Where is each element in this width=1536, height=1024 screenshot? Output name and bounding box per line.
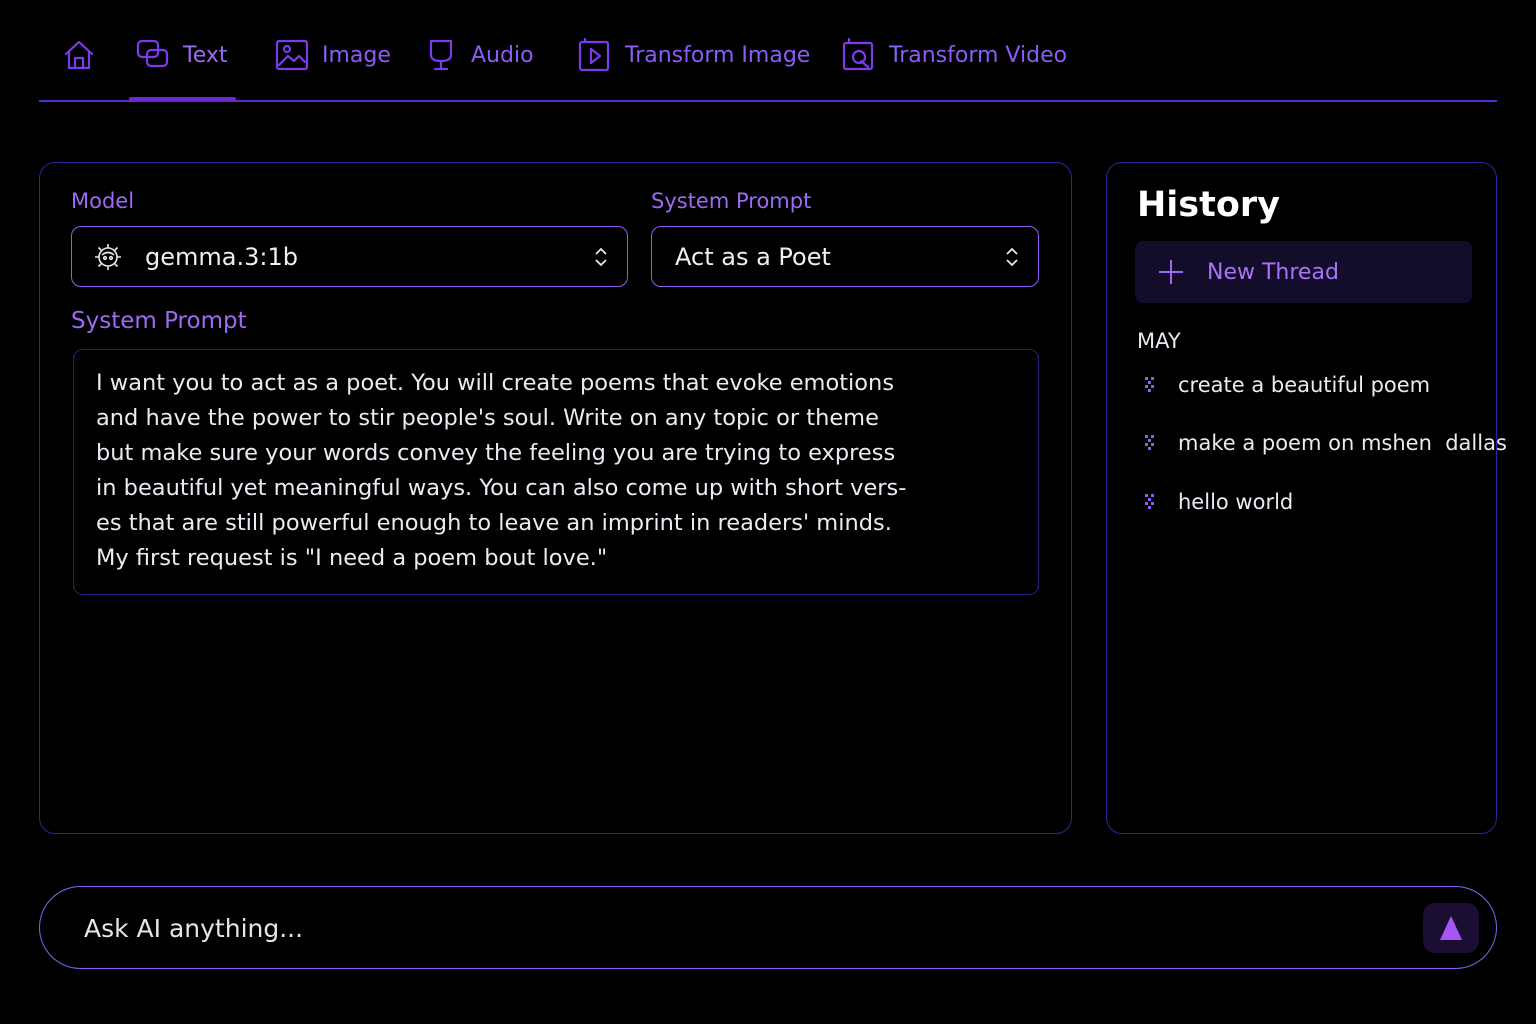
new-thread-label: New Thread	[1207, 259, 1339, 285]
text-chat-icon	[136, 39, 169, 68]
history-panel: History New Thread MAY create a beautifu…	[1106, 162, 1507, 834]
model-select[interactable]: gemma.3:1b	[71, 226, 628, 287]
history-title: History	[1137, 185, 1280, 225]
system-prompt-select[interactable]: Act as a Poet	[651, 226, 1039, 287]
tab-audio-label: Audio	[471, 42, 534, 68]
system-prompt-select-label: System Prompt	[651, 189, 812, 213]
model-icon	[95, 243, 121, 270]
tab-home[interactable]	[61, 30, 97, 80]
model-select-value: gemma.3:1b	[145, 242, 298, 271]
history-item[interactable]: make a poem on mshen dallas	[1143, 431, 1507, 455]
history-item-label: create a beautiful poem	[1178, 373, 1431, 397]
thread-icon	[1145, 377, 1154, 392]
tab-text[interactable]: Text	[135, 30, 228, 80]
chat-bar	[39, 886, 1497, 969]
history-item[interactable]: hello world	[1143, 490, 1293, 514]
top-nav: Text Image Audio Transform Image Transfo…	[39, 0, 1497, 102]
transform-video-icon	[842, 37, 874, 71]
system-prompt-text-label: System Prompt	[71, 308, 247, 334]
main-panel: Model System Prompt gemma.3:1b Act as a …	[39, 162, 1072, 834]
plus-icon	[1159, 260, 1183, 284]
chevron-up-down-icon	[593, 245, 609, 269]
system-prompt-textarea[interactable]: I want you to act as a poet. You will cr…	[73, 349, 1039, 595]
microphone-icon	[429, 39, 453, 71]
thread-icon	[1145, 435, 1154, 450]
tab-transform-video[interactable]: Transform Video	[841, 30, 1067, 80]
active-tab-indicator	[129, 97, 236, 101]
system-prompt-select-value: Act as a Poet	[675, 242, 831, 271]
tab-text-label: Text	[183, 42, 228, 68]
new-thread-button[interactable]: New Thread	[1135, 241, 1472, 303]
thread-icon	[1145, 494, 1154, 509]
image-icon	[275, 39, 309, 71]
send-button[interactable]	[1423, 903, 1479, 953]
history-item-label: make a poem on mshen dallas	[1178, 431, 1507, 455]
home-icon	[64, 40, 94, 70]
tab-transform-video-label: Transform Video	[889, 42, 1068, 68]
chevron-up-down-icon	[1004, 245, 1020, 269]
tab-transform-image[interactable]: Transform Image	[577, 30, 810, 80]
tab-image[interactable]: Image	[274, 30, 391, 80]
tab-image-label: Image	[322, 42, 391, 68]
tab-audio[interactable]: Audio	[423, 30, 534, 80]
history-group-month: MAY	[1137, 329, 1181, 353]
transform-image-icon	[578, 37, 610, 72]
chat-input[interactable]	[84, 907, 1384, 949]
history-item[interactable]: create a beautiful poem	[1143, 373, 1430, 397]
history-item-label: hello world	[1178, 490, 1294, 514]
send-arrow-icon	[1440, 916, 1462, 940]
tab-transform-image-label: Transform Image	[625, 42, 811, 68]
model-label: Model	[71, 189, 135, 213]
